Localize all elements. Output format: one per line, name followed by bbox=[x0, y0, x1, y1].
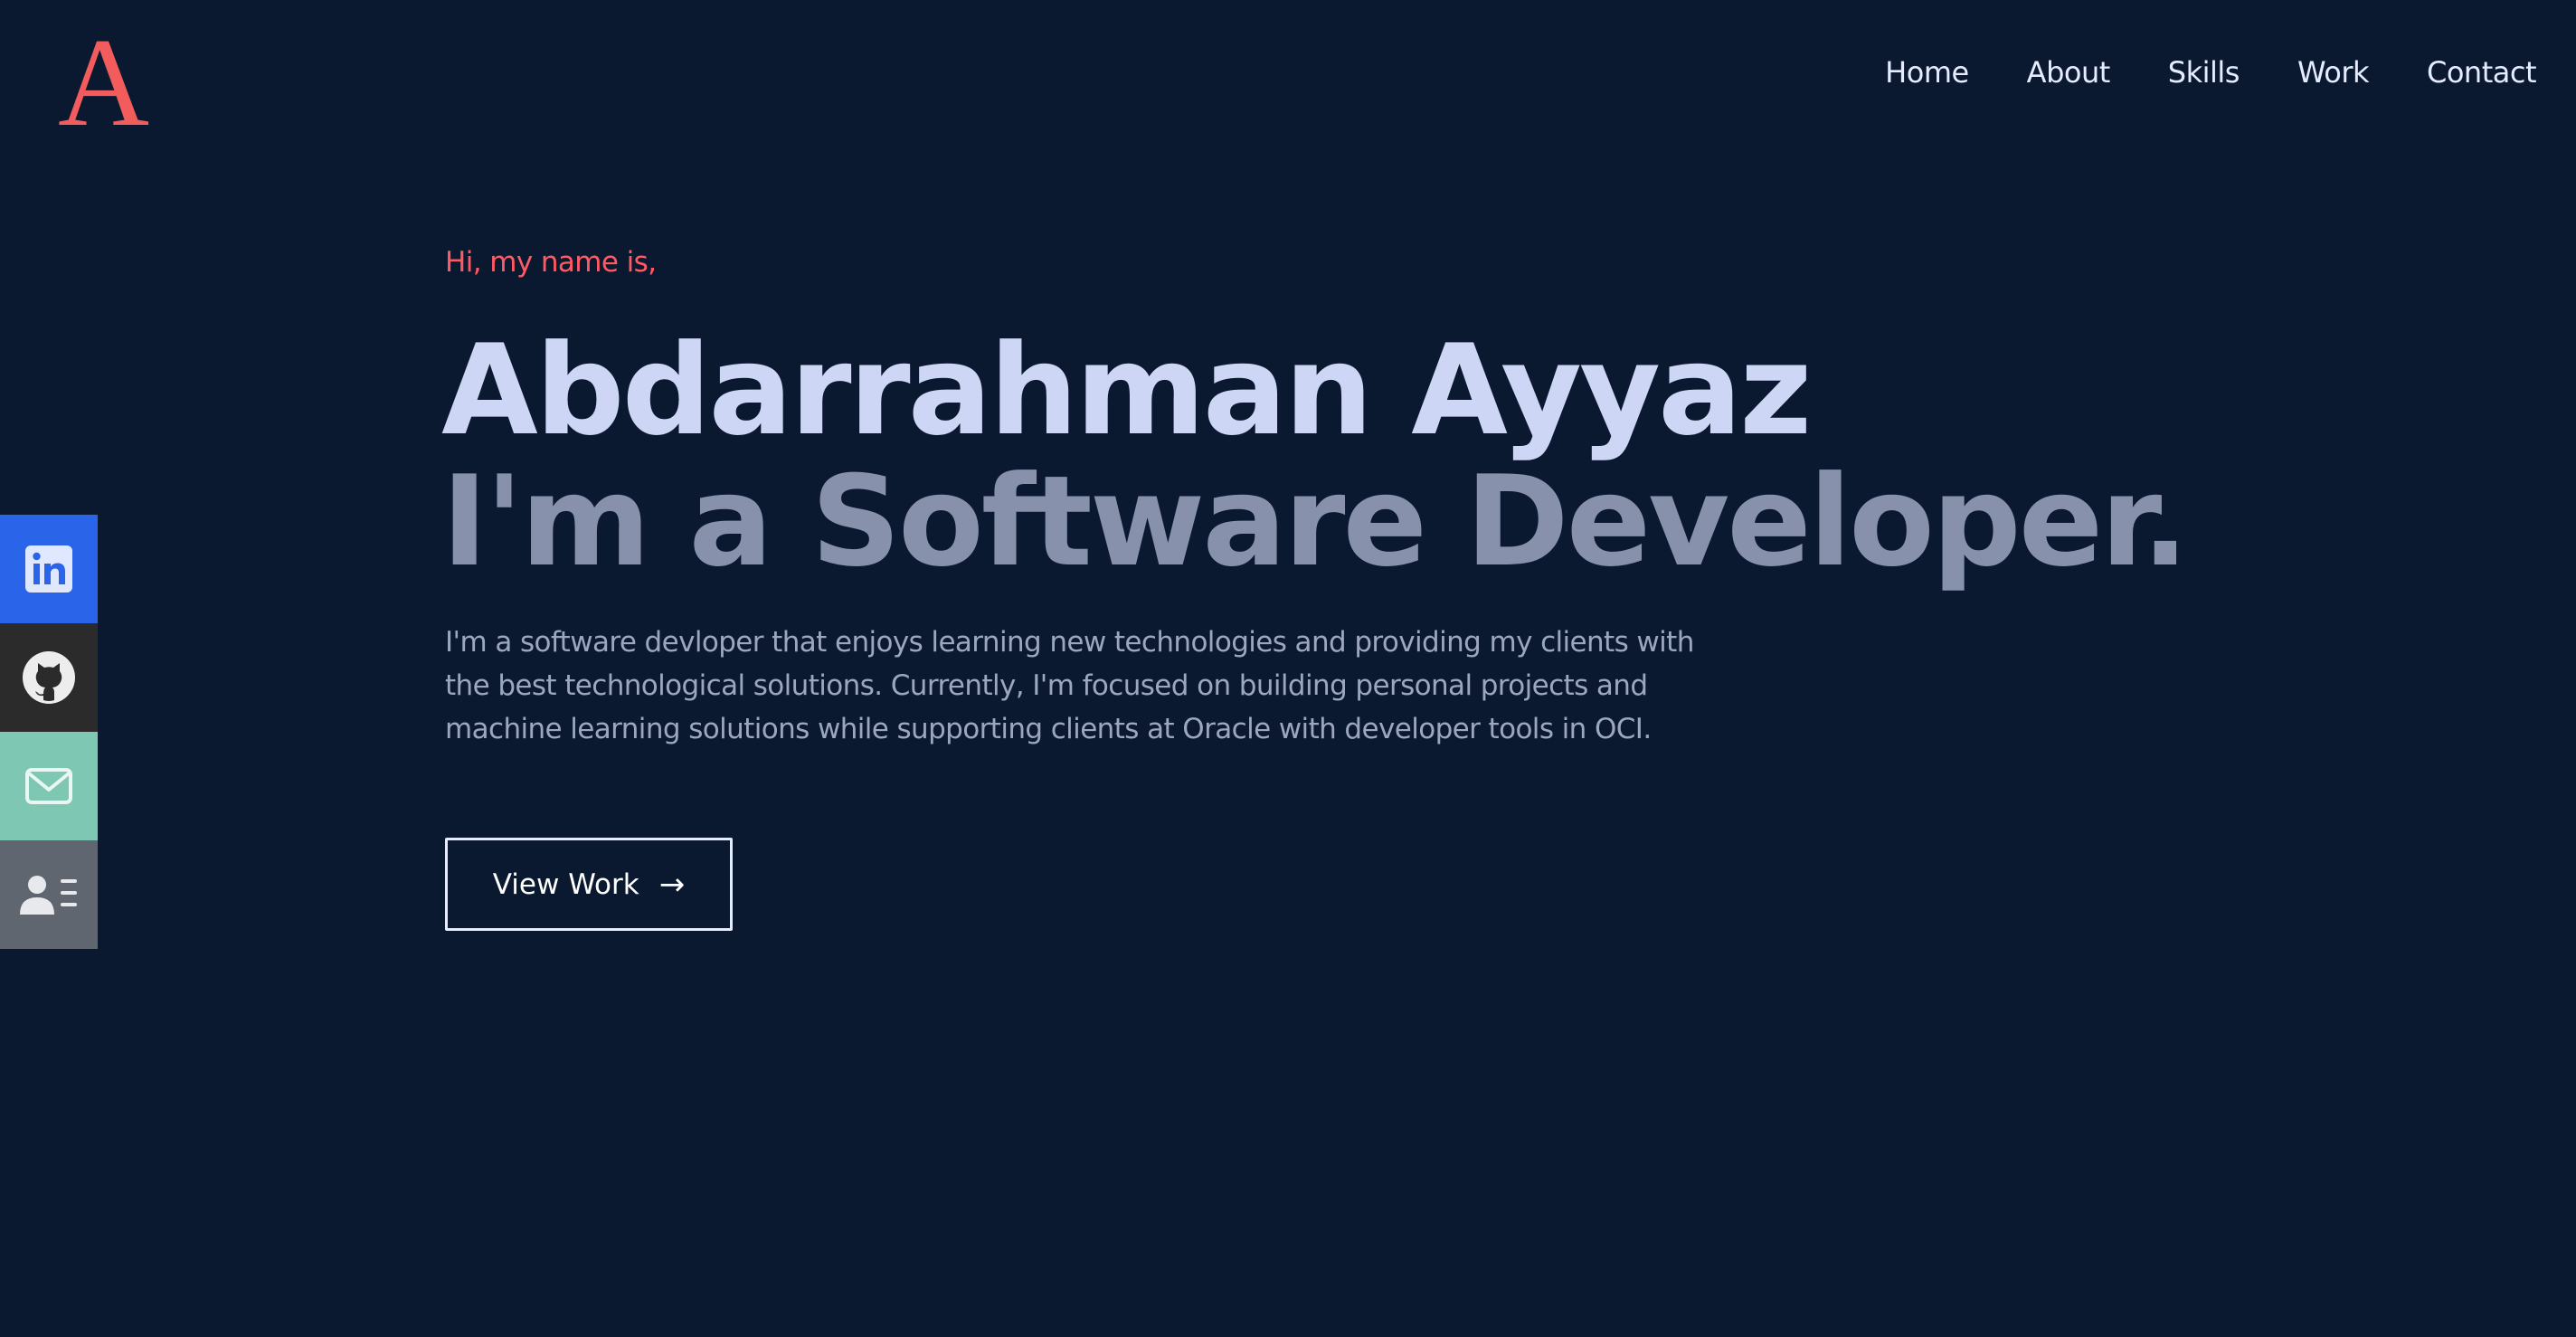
hero-description: I'm a software devloper that enjoys lear… bbox=[445, 626, 1694, 745]
email-link[interactable] bbox=[0, 732, 98, 840]
social-sidebar bbox=[0, 515, 98, 949]
nav-work-link[interactable]: Work bbox=[2297, 54, 2370, 90]
site-logo[interactable]: A bbox=[58, 20, 149, 147]
linkedin-icon bbox=[25, 545, 72, 593]
nav-about-link[interactable]: About bbox=[2027, 54, 2111, 90]
nav-skills-link[interactable]: Skills bbox=[2168, 54, 2240, 90]
arrow-right-icon: → bbox=[658, 866, 686, 903]
hero-role: I'm a Software Developer. bbox=[441, 449, 2189, 594]
contact-card-icon bbox=[20, 876, 77, 915]
github-link[interactable] bbox=[0, 623, 98, 732]
github-icon bbox=[23, 651, 75, 704]
hero-name: Abdarrahman Ayyaz bbox=[441, 318, 1812, 463]
resume-link[interactable] bbox=[0, 840, 98, 949]
linkedin-link[interactable] bbox=[0, 515, 98, 623]
hero-greeting: Hi, my name is, bbox=[445, 246, 657, 279]
view-work-label: View Work bbox=[492, 868, 639, 901]
view-work-button[interactable]: View Work → bbox=[445, 838, 733, 931]
nav-contact-link[interactable]: Contact bbox=[2427, 54, 2537, 90]
mail-icon bbox=[25, 768, 72, 804]
nav-home-link[interactable]: Home bbox=[1885, 54, 1969, 90]
main-nav: Home About Skills Work Contact bbox=[1885, 54, 2536, 90]
